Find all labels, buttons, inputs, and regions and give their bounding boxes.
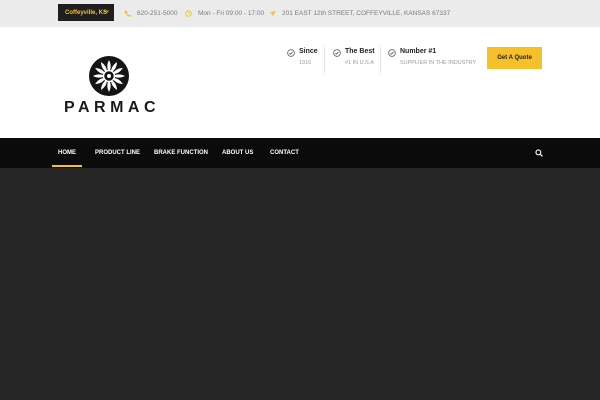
- feature-the-best: The Best #1 IN U.S.A: [333, 48, 383, 76]
- feature-divider: [380, 47, 381, 73]
- site-header: PARMAC Since 1916 The Best #1 IN U.S.A N…: [0, 27, 600, 138]
- site-logo[interactable]: PARMAC: [58, 55, 162, 117]
- phone-icon: [124, 10, 131, 17]
- logo-wordmark: PARMAC: [63, 99, 161, 116]
- feature-title: Since: [299, 48, 318, 55]
- brake-disc-logo-icon: [88, 55, 130, 97]
- topbar-address: 201 EAST 12th STREET, COFFEYVILLE, KANSA…: [269, 0, 450, 27]
- feature-since: Since 1916: [287, 48, 321, 76]
- hours-text: Mon - Fri 09:00 - 17:00: [198, 10, 265, 17]
- get-a-quote-button[interactable]: Get A Quote: [487, 47, 542, 69]
- feature-subtitle: SUPPLIER IN THE INDUSTRY: [400, 60, 477, 66]
- phone-text: 620-251-5000: [137, 10, 178, 17]
- nav-item-product-line[interactable]: PRODUCT LINE: [95, 138, 140, 168]
- feature-divider: [324, 47, 325, 73]
- clock-icon: [185, 10, 192, 17]
- topbar-phone: 620-251-5000: [124, 0, 177, 27]
- address-text: 201 EAST 12th STREET, COFFEYVILLE, KANSA…: [282, 10, 451, 17]
- location-select-value: Coffeyville, KS: [65, 9, 108, 16]
- hero-banner: [0, 168, 600, 400]
- main-nav: HOME PRODUCT LINE BRAKE FUNCTION ABOUT U…: [0, 138, 600, 168]
- search-icon[interactable]: [535, 149, 543, 157]
- top-bar: Coffeyville, KS 620-251-5000 Mon - Fri 0…: [0, 0, 600, 27]
- feature-subtitle: #1 IN U.S.A: [345, 60, 375, 66]
- nav-item-contact[interactable]: CONTACT: [270, 138, 299, 168]
- check-circle-icon: [287, 49, 295, 57]
- feature-title: The Best: [345, 48, 375, 55]
- nav-item-home[interactable]: HOME: [52, 138, 82, 168]
- feature-title: Number #1: [400, 48, 437, 55]
- check-circle-icon: [388, 49, 396, 57]
- nav-item-about-us[interactable]: ABOUT US: [222, 138, 253, 168]
- nav-item-brake-function[interactable]: BRAKE FUNCTION: [154, 138, 208, 168]
- feature-subtitle: 1916: [299, 60, 312, 66]
- topbar-hours: Mon - Fri 09:00 - 17:00: [185, 0, 264, 27]
- location-select[interactable]: Coffeyville, KS: [58, 4, 114, 21]
- location-arrow-icon: [269, 10, 276, 17]
- chevron-down-icon: [104, 9, 109, 14]
- check-circle-icon: [333, 49, 341, 57]
- feature-number-one: Number #1 SUPPLIER IN THE INDUSTRY: [388, 48, 480, 76]
